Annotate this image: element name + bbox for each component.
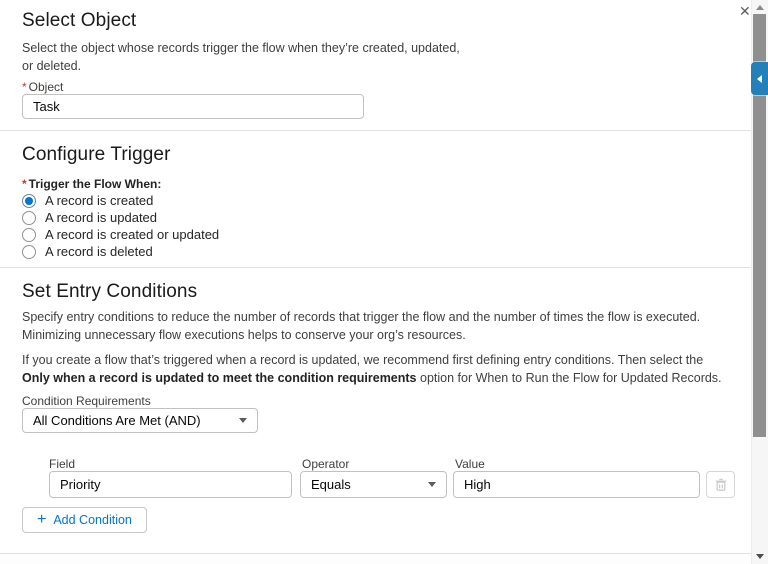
radio-icon[interactable] (22, 244, 36, 259)
entry-conditions-description-2: If you create a flow that’s triggered wh… (22, 351, 722, 387)
radio-icon[interactable] (22, 227, 36, 242)
description-line: Select the object whose records trigger … (22, 41, 460, 55)
chevron-down-icon (239, 418, 247, 423)
condition-field-input[interactable] (49, 471, 292, 498)
chevron-down-icon (428, 482, 436, 487)
radio-option-label: A record is updated (45, 210, 158, 225)
footer-area (0, 554, 752, 564)
radio-option-label: A record is created (45, 193, 154, 208)
radio-option-label: A record is created or updated (45, 227, 220, 242)
radio-option-record-deleted[interactable]: A record is deleted (22, 243, 219, 260)
radio-option-record-created[interactable]: A record is created (22, 192, 219, 209)
radio-icon[interactable] (22, 210, 36, 225)
condition-requirements-value: All Conditions Are Met (AND) (33, 413, 201, 428)
close-icon[interactable]: ✕ (739, 4, 751, 18)
description-line: or deleted. (22, 59, 82, 73)
condition-value-label: Value (455, 457, 485, 471)
plus-icon: + (37, 511, 47, 528)
configure-trigger-title: Configure Trigger (22, 144, 171, 165)
object-label: * Object (22, 80, 64, 94)
scroll-up-icon[interactable] (756, 5, 764, 10)
trigger-when-label: * Trigger the Flow When: (22, 177, 162, 191)
radio-option-record-updated[interactable]: A record is updated (22, 209, 219, 226)
condition-operator-value: Equals (311, 477, 351, 492)
select-object-title: Select Object (22, 10, 137, 31)
trigger-radio-group: A record is created A record is updated … (22, 192, 219, 260)
delete-condition-button[interactable] (706, 471, 735, 498)
section-divider (0, 130, 752, 131)
chevron-left-icon (757, 74, 762, 83)
radio-icon[interactable] (22, 193, 36, 208)
description-line: Only when a record is updated to meet th… (22, 371, 722, 385)
condition-operator-select[interactable]: Equals (300, 471, 447, 498)
collapse-panel-button[interactable] (751, 62, 768, 95)
description-line: Minimizing unnecessary flow executions h… (22, 328, 466, 342)
bold-option-name: Only when a record is updated to meet th… (22, 371, 417, 385)
select-object-description: Select the object whose records trigger … (22, 39, 460, 75)
condition-field-label: Field (49, 457, 76, 471)
add-condition-label: Add Condition (53, 513, 132, 527)
description-line: If you create a flow that’s triggered wh… (22, 353, 704, 367)
condition-requirements-select[interactable]: All Conditions Are Met (AND) (22, 408, 258, 433)
condition-operator-label: Operator (302, 457, 350, 471)
trash-icon (715, 478, 726, 491)
set-entry-conditions-title: Set Entry Conditions (22, 281, 198, 302)
condition-requirements-label: Condition Requirements (22, 394, 151, 408)
scroll-down-icon[interactable] (756, 554, 764, 559)
condition-value-input[interactable] (453, 471, 700, 498)
select-object-dialog: Select Object Select the object whose re… (0, 0, 768, 564)
required-asterisk: * (22, 80, 27, 94)
section-divider (0, 267, 752, 268)
entry-conditions-description-1: Specify entry conditions to reduce the n… (22, 308, 700, 344)
object-input[interactable] (22, 94, 364, 119)
add-condition-button[interactable]: + Add Condition (22, 507, 147, 533)
radio-option-record-created-or-updated[interactable]: A record is created or updated (22, 226, 219, 243)
footer-divider (0, 553, 752, 554)
required-asterisk: * (22, 177, 27, 191)
description-line: Specify entry conditions to reduce the n… (22, 310, 701, 324)
radio-option-label: A record is deleted (45, 244, 153, 259)
